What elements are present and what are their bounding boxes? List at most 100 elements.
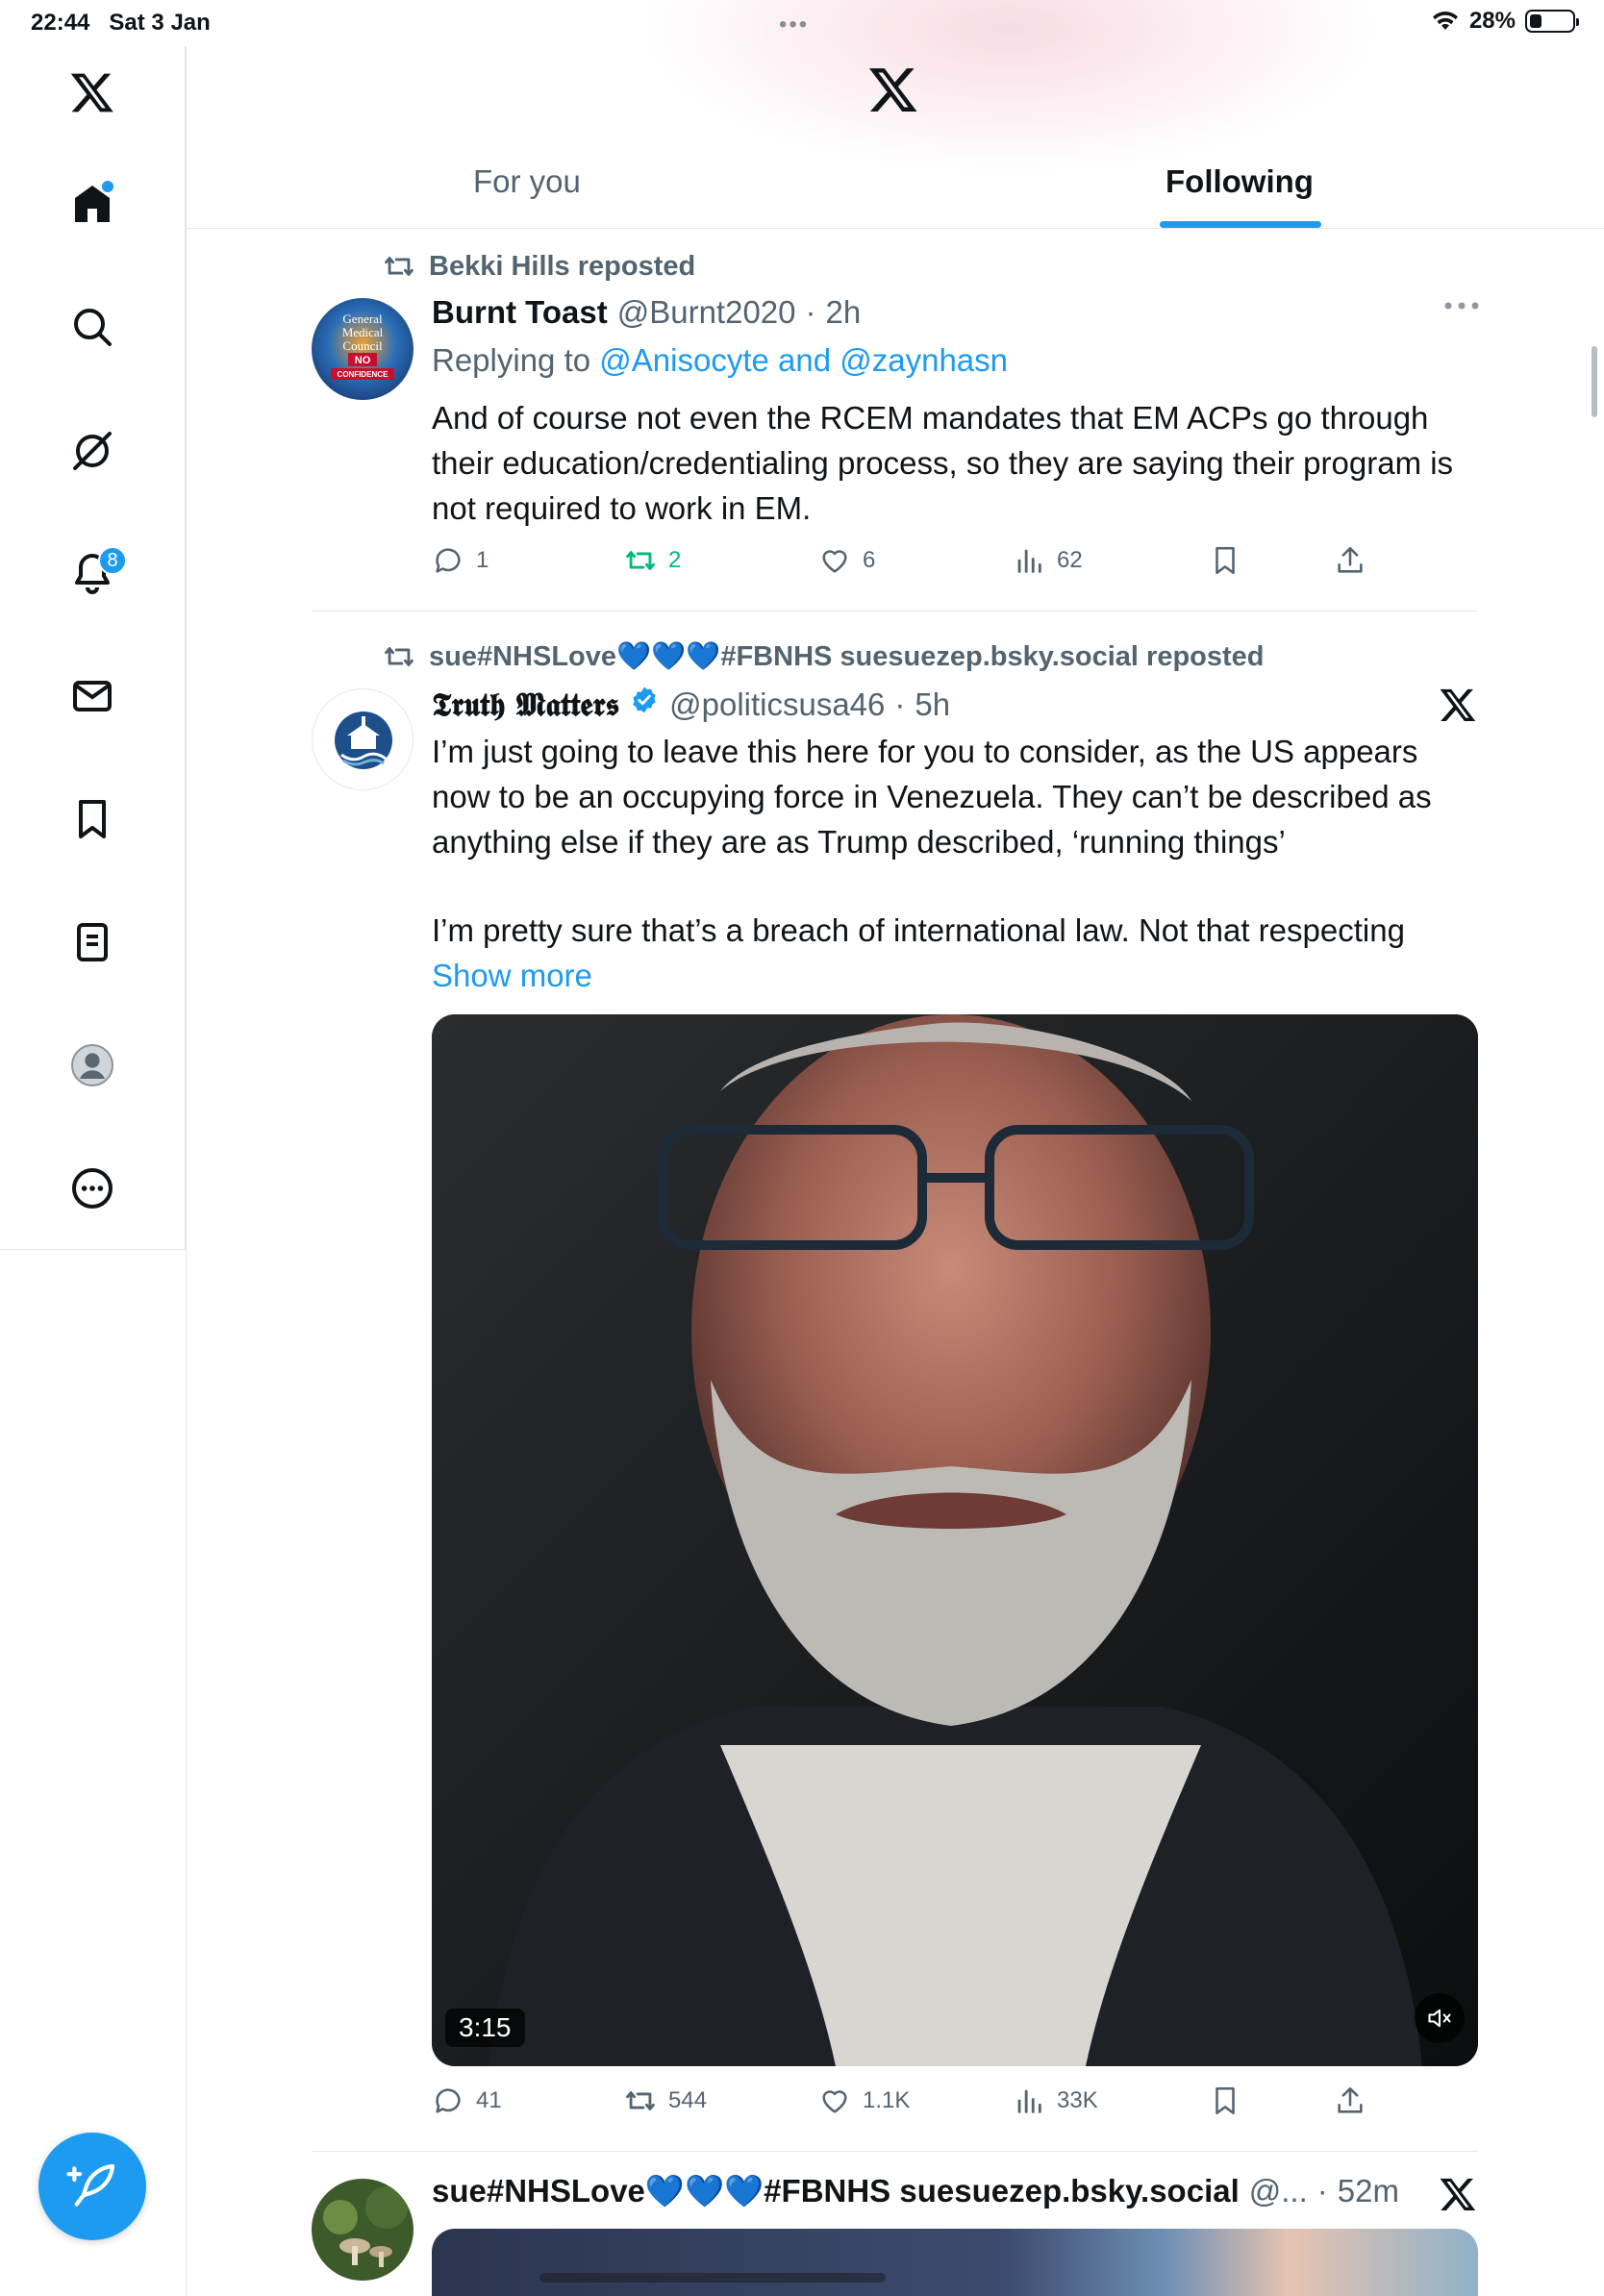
x-logo-icon[interactable] <box>867 63 919 115</box>
repost-button[interactable]: 2 <box>624 544 681 577</box>
home-unread-dot <box>102 181 113 192</box>
reply-button[interactable]: 1 <box>432 544 489 577</box>
more-options-icon[interactable] <box>1442 300 1481 312</box>
repost-icon <box>626 2091 655 2110</box>
reply-icon <box>436 548 461 573</box>
search-icon <box>74 309 112 346</box>
tweet-actions: 41 544 1.1K 33K <box>432 2084 1480 2127</box>
sidebar-item-more[interactable] <box>60 1156 125 1221</box>
view-count: 62 <box>1057 547 1083 573</box>
compose-post-button[interactable] <box>38 2133 146 2240</box>
reply-count: 1 <box>476 547 489 573</box>
sidebar-item-home[interactable] <box>60 171 125 237</box>
author-handle[interactable]: @politicsusa46 <box>669 686 885 723</box>
views-chart-icon <box>1017 2089 1041 2113</box>
sidebar-item-bookmarks[interactable] <box>60 786 125 852</box>
repost-icon <box>385 647 414 666</box>
views-button[interactable]: 62 <box>1013 544 1083 577</box>
home-indicator[interactable] <box>539 2273 886 2283</box>
author-name[interactable]: 𝕿𝖗𝖚𝖙𝖍 𝕸𝖆𝖙𝖙𝖊𝖗𝖘 <box>432 686 619 724</box>
tab-following[interactable]: Following <box>1165 163 1314 200</box>
status-time: 22:44 Sat 3 Jan <box>31 10 211 36</box>
sidebar: 8 <box>0 46 186 1250</box>
tweet-text-paragraph-1: I’m just going to leave this here for yo… <box>432 734 1432 860</box>
separator: · <box>1316 2173 1328 2209</box>
separator: · <box>805 294 816 330</box>
list-icon <box>77 923 108 961</box>
reply-button[interactable]: 41 <box>432 2084 502 2117</box>
post-time[interactable]: 2h <box>826 294 862 331</box>
share-icon <box>1338 2086 1363 2113</box>
verified-badge-icon <box>633 686 656 713</box>
media-preview[interactable] <box>432 2229 1478 2296</box>
sidebar-item-explore[interactable] <box>60 294 125 360</box>
envelope-icon <box>73 681 112 711</box>
x-source-icon <box>1440 688 1476 721</box>
sidebar-divider <box>186 46 187 2296</box>
avatar[interactable] <box>312 688 414 790</box>
post-time[interactable]: 52m <box>1338 2173 1399 2209</box>
repost-context[interactable]: Bekki Hills reposted <box>383 250 695 283</box>
bookmark-button[interactable] <box>1209 2084 1241 2117</box>
sidebar-item-grok[interactable] <box>60 417 125 483</box>
bookmark-icon <box>1216 546 1235 575</box>
post-time[interactable]: 5h <box>915 686 950 723</box>
like-button[interactable]: 1.1K <box>818 2084 910 2117</box>
view-count: 33K <box>1057 2087 1098 2113</box>
active-tab-indicator <box>1160 221 1321 228</box>
sidebar-item-lists[interactable] <box>60 910 125 975</box>
tweet-header: 𝕿𝖗𝖚𝖙𝖍 𝕸𝖆𝖙𝖙𝖊𝖗𝖘 @politicsusa46 · 5h <box>432 685 950 724</box>
avatar-text-2: Medical <box>342 325 384 339</box>
avatar-icon <box>71 1044 113 1086</box>
tab-for-you[interactable]: For you <box>473 163 581 200</box>
separator: · <box>894 686 906 722</box>
bookmark-icon <box>79 800 106 838</box>
author-handle[interactable]: @... <box>1249 2173 1308 2209</box>
compose-feather-icon <box>66 2163 115 2207</box>
avatar-text-5: CONFIDENCE <box>338 370 389 379</box>
views-chart-icon <box>1017 549 1041 573</box>
share-button[interactable] <box>1334 544 1366 577</box>
battery-icon <box>1525 10 1579 33</box>
sidebar-item-notifications[interactable]: 8 <box>60 540 127 606</box>
sidebar-item-profile[interactable] <box>60 1033 125 1098</box>
scrollbar[interactable] <box>1591 346 1597 417</box>
author-name[interactable]: sue#NHSLove💙💙💙#FBNHS suesuezep.bsky.soci… <box>432 2173 1240 2210</box>
repost-context[interactable]: sue#NHSLove💙💙💙#FBNHS suesuezep.bsky.soci… <box>383 640 1265 673</box>
show-more-link[interactable]: Show more <box>432 958 592 993</box>
status-bar: 22:44 Sat 3 Jan ••• 28% <box>0 0 1604 46</box>
tweet-header: sue#NHSLove💙💙💙#FBNHS suesuezep.bsky.soci… <box>432 2173 1399 2210</box>
bookmark-icon <box>1216 2086 1235 2115</box>
more-circle-icon <box>72 1168 113 1209</box>
repost-context-label: sue#NHSLove💙💙💙#FBNHS suesuezep.bsky.soci… <box>429 641 1265 672</box>
avatar[interactable]: General Medical Council NO CONFIDENCE <box>312 298 414 400</box>
multitasking-dots-icon[interactable]: ••• <box>779 12 809 38</box>
bookmark-button[interactable] <box>1209 544 1241 577</box>
avatar[interactable] <box>312 2179 414 2281</box>
video-duration: 3:15 <box>445 2009 525 2047</box>
avatar-text-3: Council <box>342 338 383 353</box>
share-icon <box>1338 546 1363 573</box>
author-handle[interactable]: @Burnt2020 <box>617 294 796 331</box>
views-button[interactable]: 33K <box>1013 2084 1098 2117</box>
mute-toggle[interactable] <box>1415 1993 1465 2043</box>
like-button[interactable]: 6 <box>818 544 875 577</box>
x-logo-icon[interactable] <box>60 60 125 125</box>
share-button[interactable] <box>1334 2084 1366 2117</box>
repost-icon <box>385 257 414 276</box>
repost-button[interactable]: 544 <box>624 2084 707 2117</box>
tweet-text: And of course not even the RCEM mandates… <box>432 400 1454 526</box>
reply-count: 41 <box>476 2087 502 2113</box>
grok-icon <box>73 432 112 470</box>
repost-count: 2 <box>668 547 682 573</box>
speaker-muted-icon <box>1428 2009 1451 2028</box>
x-source-icon <box>1440 2178 1476 2210</box>
battery-percent: 28% <box>1468 8 1516 34</box>
replying-to-link[interactable]: @Anisocyte and @zaynhasn <box>599 342 1008 378</box>
avatar-text-4: NO <box>355 355 371 366</box>
notification-badge: 8 <box>98 546 127 575</box>
like-count: 1.1K <box>863 2087 911 2113</box>
author-name[interactable]: Burnt Toast <box>432 294 608 331</box>
video-player[interactable]: 3:15 <box>432 1014 1478 2066</box>
sidebar-item-messages[interactable] <box>60 663 125 729</box>
